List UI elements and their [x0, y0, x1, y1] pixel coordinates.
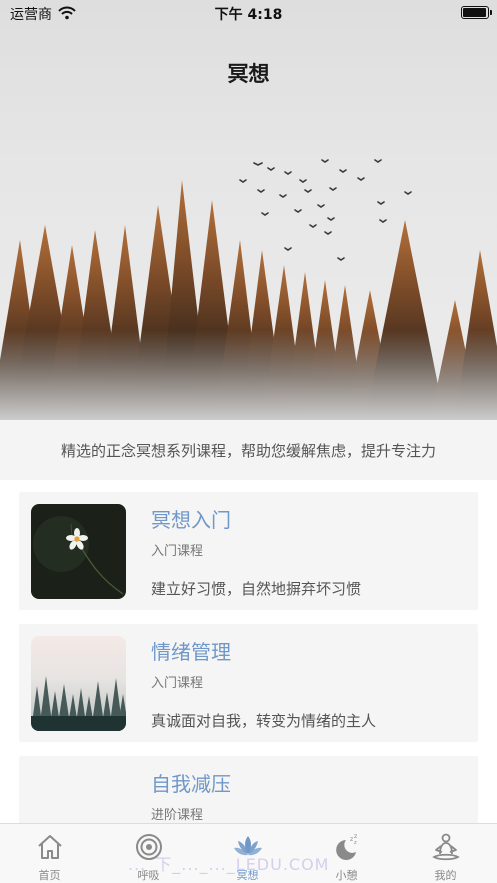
- page-title: 冥想: [227, 62, 270, 86]
- home-icon: [38, 835, 62, 859]
- tab-label: 我的: [434, 869, 457, 882]
- breath-target-icon: [136, 834, 162, 860]
- course-description: 建立好习惯，自然地摒弃坏习惯: [151, 580, 362, 598]
- tab-label: 首页: [38, 869, 61, 882]
- tab-bar: 首页 呼吸 冥想 z z z 小憩 我的: [0, 823, 497, 883]
- carrier-label: 运营商: [10, 7, 52, 23]
- tab-label: 呼吸: [137, 869, 160, 882]
- svg-text:z: z: [350, 836, 353, 843]
- hero-banner: 运营商 下午 4:18 冥想: [0, 0, 497, 420]
- course-description: 真诚面对自我，转变为情绪的主人: [151, 712, 377, 730]
- course-level: 入门课程: [151, 544, 204, 559]
- tab-meditation[interactable]: 冥想: [198, 824, 297, 883]
- lotus-icon: [234, 836, 262, 856]
- course-card-emotion[interactable]: 情绪管理 入门课程 真诚面对自我，转变为情绪的主人: [19, 624, 478, 742]
- moon-zzz-icon: z z z: [336, 833, 357, 860]
- tab-breath[interactable]: 呼吸: [99, 824, 198, 883]
- intro-band: 精选的正念冥想系列课程，帮助您缓解焦虑，提升专注力: [0, 420, 497, 480]
- status-bar: 运营商 下午 4:18: [0, 0, 497, 26]
- course-title: 冥想入门: [151, 508, 231, 532]
- svg-text:z: z: [354, 840, 357, 846]
- svg-text:z: z: [354, 833, 357, 840]
- page-subtitle: 精选的正念冥想系列课程，帮助您缓解焦虑，提升专注力: [60, 442, 436, 460]
- tab-home[interactable]: 首页: [0, 824, 99, 883]
- course-title: 情绪管理: [151, 640, 231, 664]
- meditation-person-icon: [432, 833, 460, 861]
- battery-icon: [461, 6, 492, 19]
- course-level: 入门课程: [151, 676, 204, 691]
- tab-profile[interactable]: 我的: [396, 824, 495, 883]
- wifi-icon: [58, 5, 76, 24]
- course-title: 自我减压: [151, 772, 231, 796]
- tab-label: 冥想: [236, 869, 259, 882]
- course-card-intro[interactable]: 冥想入门 入门课程 建立好习惯，自然地摒弃坏习惯: [19, 492, 478, 610]
- course-level: 进阶课程: [151, 808, 204, 823]
- tab-nap[interactable]: z z z 小憩: [297, 824, 396, 883]
- course-thumbnail: [31, 504, 126, 599]
- tab-label: 小憩: [335, 869, 358, 882]
- course-thumbnail: [31, 636, 126, 731]
